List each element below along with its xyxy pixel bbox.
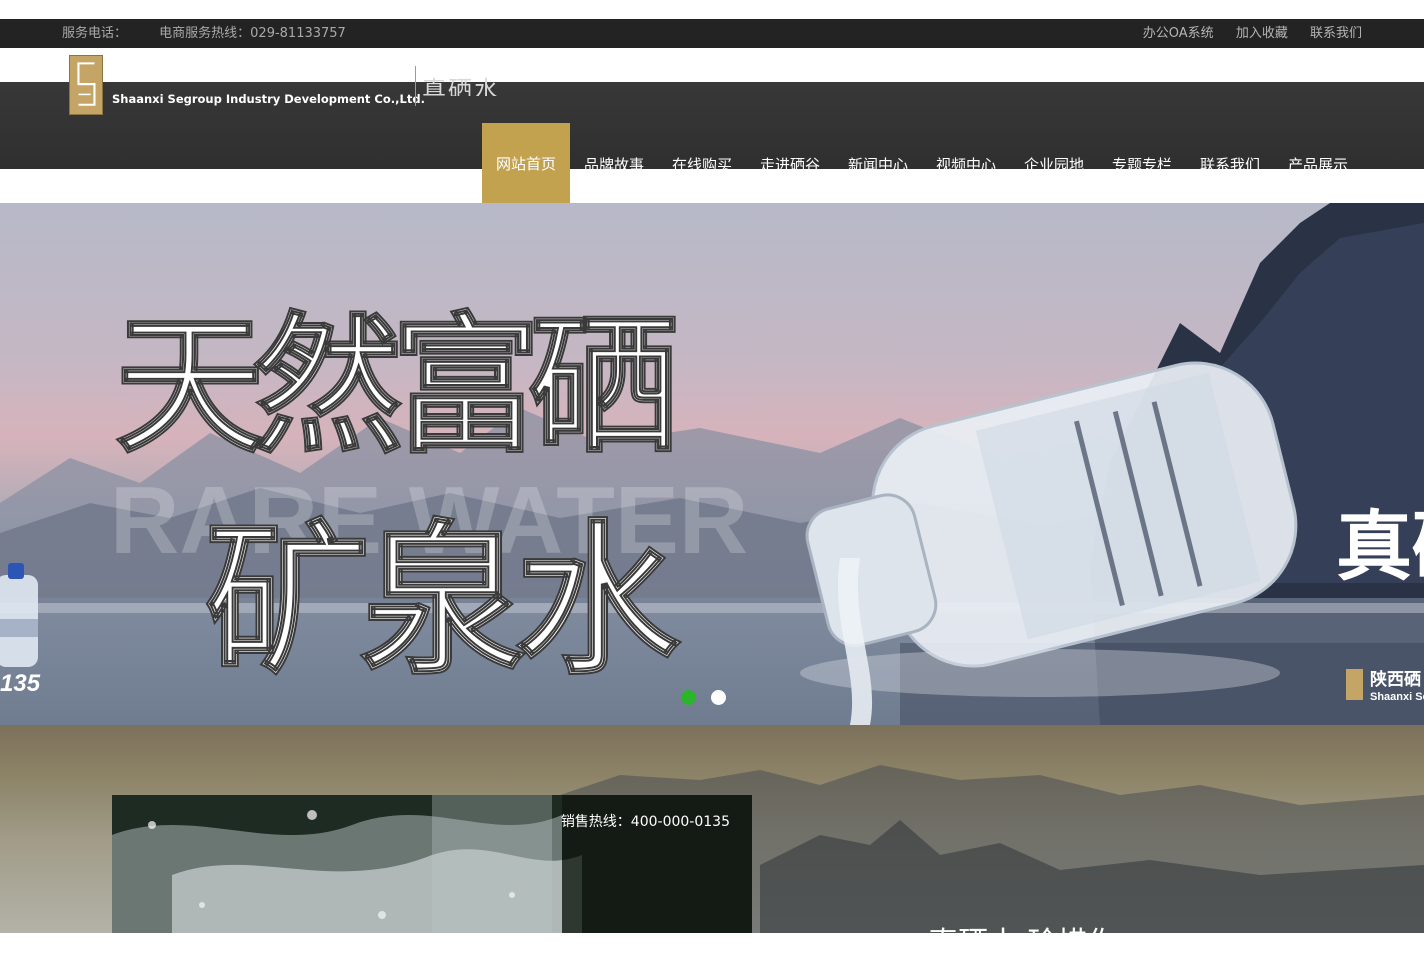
nav-item-news[interactable]: 新闻中心 [834,123,922,203]
nav-item-video[interactable]: 视频中心 [922,123,1010,203]
company-logo-icon[interactable] [69,55,103,115]
brand-name: 真硒水 [422,76,500,96]
nav-label: 视频中心 [935,156,996,170]
corner-company-cn: 陕西硒 [1370,669,1421,690]
small-bottle-icon [0,563,38,667]
nav-item-brand-story[interactable]: 品牌故事 [570,123,658,203]
carousel-dot-1[interactable] [681,690,696,705]
nav-label: 产品展示 [1287,156,1348,170]
nav-item-contact[interactable]: 联系我们 [1186,123,1274,203]
carousel-dot-2[interactable] [711,690,726,705]
nav-item-home[interactable]: 网站首页 [482,123,570,203]
oa-system-link[interactable]: 办公OA系统 [1143,26,1214,41]
banner-headline-line2: 矿泉水 [205,503,681,697]
company-name-en: Shaanxi Segroup Industry Development Co.… [112,92,425,106]
nav-item-about[interactable]: 走进硒谷 [746,123,834,203]
contact-us-link[interactable]: 联系我们 [1310,26,1362,41]
nav-label: 专题专栏 [1111,156,1172,170]
sales-hotline: 销售热线：400-000-0135 [560,814,730,830]
promo-video[interactable]: 销售热线：400-000-0135 [112,795,752,933]
service-phone-label: 服务电话： [62,26,128,41]
top-info-bar: 服务电话： 电商服务热线：029-81133757 办公OA系统 加入收藏 联系… [0,19,1424,48]
nav-label: 联系我们 [1199,156,1260,170]
nav-label: 企业园地 [1023,156,1084,170]
nav-label: 走进硒谷 [759,156,820,170]
logo-divider [415,66,416,106]
nav-item-corporate[interactable]: 企业园地 [1010,123,1098,203]
add-favorite-link[interactable]: 加入收藏 [1236,26,1288,41]
banner-left-number: 135 [0,670,41,697]
contact-info: 服务电话： 电商服务热线：029-81133757 [62,19,374,48]
ecommerce-hotline: 电商服务热线：029-81133757 [159,26,346,41]
nav-label: 新闻中心 [847,156,908,170]
corner-logo-icon [1346,669,1363,700]
corner-company-en: Shaanxi Se [1370,691,1424,703]
nav-item-topics[interactable]: 专题专栏 [1098,123,1186,203]
nav-label: 品牌故事 [583,156,644,170]
hero-banner[interactable]: RARE WATER 天然富硒 矿泉水 135 真硒 陕西硒 Shaanxi S… [0,203,1424,725]
banner-headline-line1: 天然富硒 [115,298,675,474]
intro-slogan: 真硒水 珍惜你 [928,926,1118,961]
nav-label: 在线购买 [671,156,732,170]
banner-artwork: RARE WATER 天然富硒 矿泉水 135 真硒 陕西硒 Shaanxi S… [0,203,1424,725]
top-links: 办公OA系统 加入收藏 联系我们 [1125,19,1362,48]
nav-label: 网站首页 [495,155,556,173]
banner-right-brand: 真硒 [1336,502,1424,591]
nav-item-products[interactable]: 产品展示 [1274,123,1362,203]
nav-item-online-shop[interactable]: 在线购买 [658,123,746,203]
